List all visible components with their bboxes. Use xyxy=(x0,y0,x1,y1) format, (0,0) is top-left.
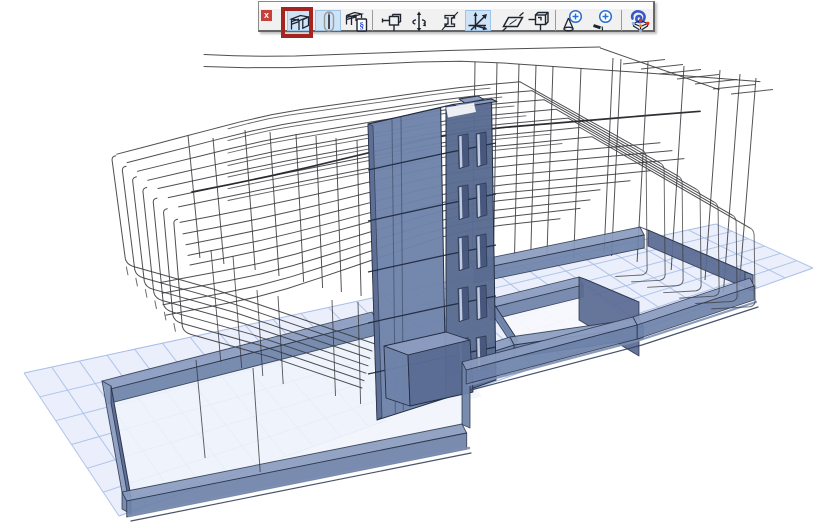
svg-text:§: § xyxy=(359,22,364,32)
